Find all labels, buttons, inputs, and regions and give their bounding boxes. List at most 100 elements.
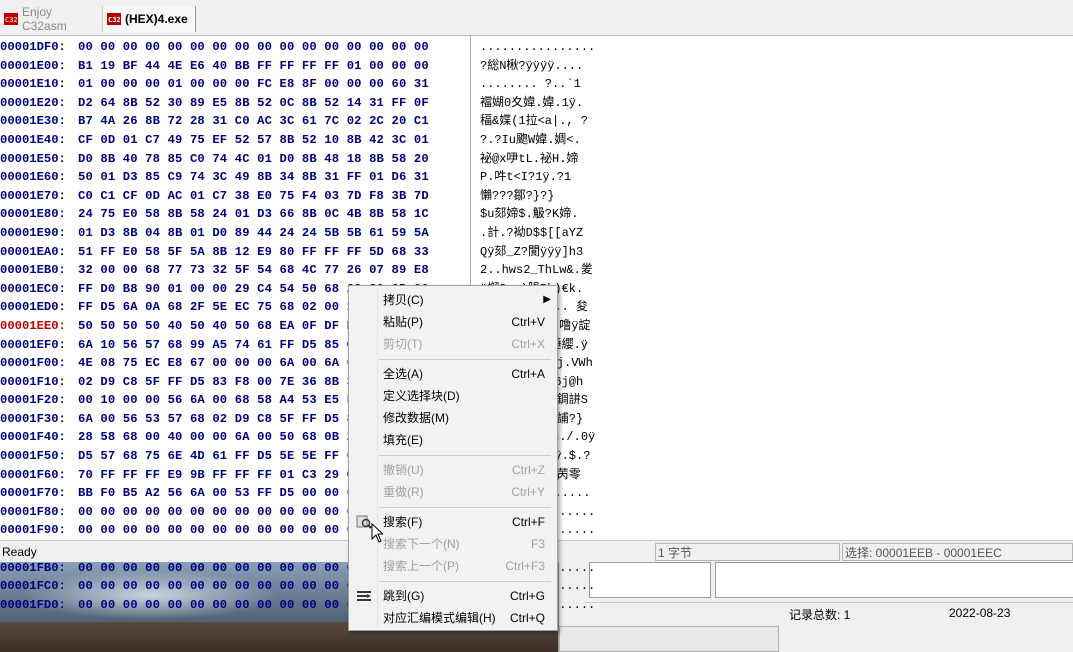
row-hex-bytes[interactable]: B7 4A 26 8B 72 28 31 C0 AC 3C 61 7C 02 2… [78, 112, 466, 131]
tab-label: Enjoy C32asm [22, 5, 67, 33]
menu-item-8: 重做(R) Ctrl+Y [349, 481, 557, 503]
goto-icon [357, 591, 371, 601]
menu-separator [379, 581, 551, 582]
row-address: 00001F90: [0, 523, 66, 538]
row-hex-bytes[interactable]: D2 64 8B 52 30 89 E5 8B 52 0C 8B 52 14 3… [78, 94, 466, 113]
menu-item-shortcut: Ctrl+F [512, 515, 545, 529]
menu-item-shortcut: Ctrl+Q [509, 611, 545, 625]
row-address: 00001F00: [0, 356, 66, 371]
menu-item-4[interactable]: 定义选择块(D) [349, 385, 557, 407]
status-ready: Ready [2, 545, 37, 559]
row-address: 00001F80: [0, 504, 66, 519]
menu-item-label: 剪切(T) [383, 337, 423, 351]
menu-item-label: 定义选择块(D) [383, 389, 460, 403]
row-ascii[interactable]: Qÿ郂_Z?閬ÿÿÿ]h3 [480, 243, 620, 262]
menu-item-1[interactable]: 粘贴(P) Ctrl+V [349, 311, 557, 333]
row-ascii[interactable]: ?総N楸?ÿÿÿÿ.... [480, 57, 620, 76]
row-hex-bytes[interactable]: B1 19 BF 44 4E E6 40 BB FF FF FF FF 01 0… [78, 57, 466, 76]
menu-item-shortcut: Ctrl+Z [512, 463, 545, 477]
menu-item-label: 搜索(F) [383, 515, 423, 529]
row-address: 00001EE0: [0, 318, 66, 333]
menu-item-2: 剪切(T) Ctrl+X [349, 333, 557, 355]
row-ascii[interactable]: .計.?袎D$$[[aYZ [480, 224, 620, 243]
row-hex-bytes[interactable]: 00 00 00 00 00 00 00 00 00 00 00 00 00 0… [78, 38, 466, 57]
row-hex-bytes[interactable]: D0 8B 40 78 85 C0 74 4C 01 D0 8B 48 18 8… [78, 150, 466, 169]
row-hex-bytes[interactable]: 01 D3 8B 04 8B 01 D0 89 44 24 24 5B 5B 6… [78, 224, 466, 243]
row-address: 00001E80: [0, 207, 66, 222]
row-address: 00001E10: [0, 77, 66, 92]
menu-item-shortcut: Ctrl+X [511, 337, 545, 351]
background-lower-panel [559, 626, 779, 652]
menu-item-label: 搜索上一个(P) [383, 559, 459, 573]
tab-enjoy-c32asm[interactable]: C32 Enjoy C32asm [0, 5, 100, 33]
menu-item-3[interactable]: 全选(A) Ctrl+A [349, 363, 557, 385]
row-hex-bytes[interactable]: 24 75 E0 58 8B 58 24 01 D3 66 8B 0C 4B 8… [78, 205, 466, 224]
row-ascii[interactable]: 襠媩0夊媁.媁.1ÿ. [480, 94, 620, 113]
row-ascii[interactable]: 2..hws2_ThLw&.夎 [480, 261, 620, 280]
menu-item-13[interactable]: 对应汇编模式编辑(H) Ctrl+Q [349, 607, 557, 629]
row-hex-bytes[interactable]: 01 00 00 00 01 00 00 00 FC E8 8F 00 00 0… [78, 75, 466, 94]
row-address: 00001F70: [0, 486, 66, 501]
row-address: 00001F10: [0, 374, 66, 389]
menu-item-5[interactable]: 修改数据(M) [349, 407, 557, 429]
status-selection: 选择: 00001EEB - 00001EEC [842, 543, 1073, 561]
tab-label: (HEX)4.exe [125, 12, 188, 26]
menu-item-shortcut: Ctrl+Y [511, 485, 545, 499]
row-hex-bytes[interactable]: C0 C1 CF 0D AC 01 C7 38 E0 75 F4 03 7D F… [78, 187, 466, 206]
menu-separator [379, 507, 551, 508]
background-panel [715, 562, 1073, 598]
row-address: 00001E90: [0, 225, 66, 240]
row-address: 00001ED0: [0, 300, 66, 315]
menu-item-12[interactable]: 跳到(G) Ctrl+G [349, 585, 557, 607]
row-ascii[interactable]: P.吽t<I?1ÿ.?1 [480, 168, 620, 187]
menu-item-shortcut: Ctrl+A [511, 367, 545, 381]
menu-item-shortcut: Ctrl+V [511, 315, 545, 329]
row-ascii[interactable]: ................ [480, 38, 620, 57]
menu-item-label: 全选(A) [383, 367, 423, 381]
menu-separator [379, 359, 551, 360]
record-date: 2022-08-23 [949, 606, 1011, 620]
record-count: 记录总数: 1 [789, 608, 851, 622]
row-hex-bytes[interactable]: 51 FF E0 58 5F 5A 8B 12 E9 80 FF FF FF 5… [78, 243, 466, 262]
row-address: 00001DF0: [0, 40, 66, 54]
row-address: 00001F50: [0, 449, 66, 464]
row-address: 00001F30: [0, 411, 66, 426]
row-hex-bytes[interactable]: 50 01 D3 85 C9 74 3C 49 8B 34 8B 31 FF 0… [78, 168, 466, 187]
mouse-cursor-icon [371, 523, 383, 543]
tab-hex-4-exe[interactable]: C32 (HEX)4.exe [102, 6, 196, 32]
menu-item-label: 对应汇编模式编辑(H) [383, 611, 496, 625]
background-window: 记录总数: 1 2022-08-23 [558, 562, 1073, 652]
row-address: 00001F60: [0, 467, 66, 482]
row-ascii[interactable]: 懶???鄒?}?} [480, 187, 620, 206]
row-address: 00001E30: [0, 114, 66, 129]
row-ascii[interactable]: $u郂媂$.觙?K媂. [480, 205, 620, 224]
row-ascii[interactable]: ?.?Iu颮W媁.婤<. [480, 131, 620, 150]
menu-item-label: 填充(E) [383, 433, 423, 447]
submenu-arrow-icon: ▶ [543, 294, 551, 305]
menu-item-label: 搜索下一个(N) [383, 537, 460, 551]
row-address: 00001E00: [0, 58, 66, 73]
address-column: 00001DF0: 00001E00: 00001E10: 00001E20: 0000… [0, 38, 76, 614]
search-icon [356, 515, 372, 529]
row-address: 00001E40: [0, 132, 66, 147]
tab-bar: C32 Enjoy C32asm C32 (HEX)4.exe [0, 0, 1073, 36]
menu-item-0[interactable]: 拷贝(C) ▶ [349, 289, 557, 311]
menu-item-11: 搜索上一个(P) Ctrl+F3 [349, 555, 557, 577]
menu-item-shortcut: F3 [530, 537, 545, 551]
row-address: 00001F40: [0, 430, 66, 445]
context-menu: 拷贝(C) ▶ 粘贴(P) Ctrl+V 剪切(T) Ctrl+X 全选(A) Ctrl+A 定… [348, 285, 558, 631]
row-ascii[interactable]: ........ ?..`1 [480, 75, 620, 94]
menu-item-7: 撤销(U) Ctrl+Z [349, 459, 557, 481]
row-address: 00001E50: [0, 151, 66, 166]
row-address: 00001EA0: [0, 244, 66, 259]
status-byte-count: 1 字节 [655, 543, 840, 561]
row-address: 00001F20: [0, 393, 66, 408]
row-ascii[interactable]: 稫&媟(1拉<a|., ? [480, 112, 620, 131]
svg-text:C32: C32 [5, 16, 18, 24]
row-hex-bytes[interactable]: CF 0D 01 C7 49 75 EF 52 57 8B 52 10 8B 4… [78, 131, 466, 150]
menu-item-label: 拷贝(C) [383, 293, 424, 307]
row-hex-bytes[interactable]: 32 00 00 68 77 73 32 5F 54 68 4C 77 26 0… [78, 261, 466, 280]
menu-item-6[interactable]: 填充(E) [349, 429, 557, 451]
row-ascii[interactable]: 袐@x吚tL.袐H.媂 [480, 150, 620, 169]
row-address: 00001EB0: [0, 263, 66, 278]
